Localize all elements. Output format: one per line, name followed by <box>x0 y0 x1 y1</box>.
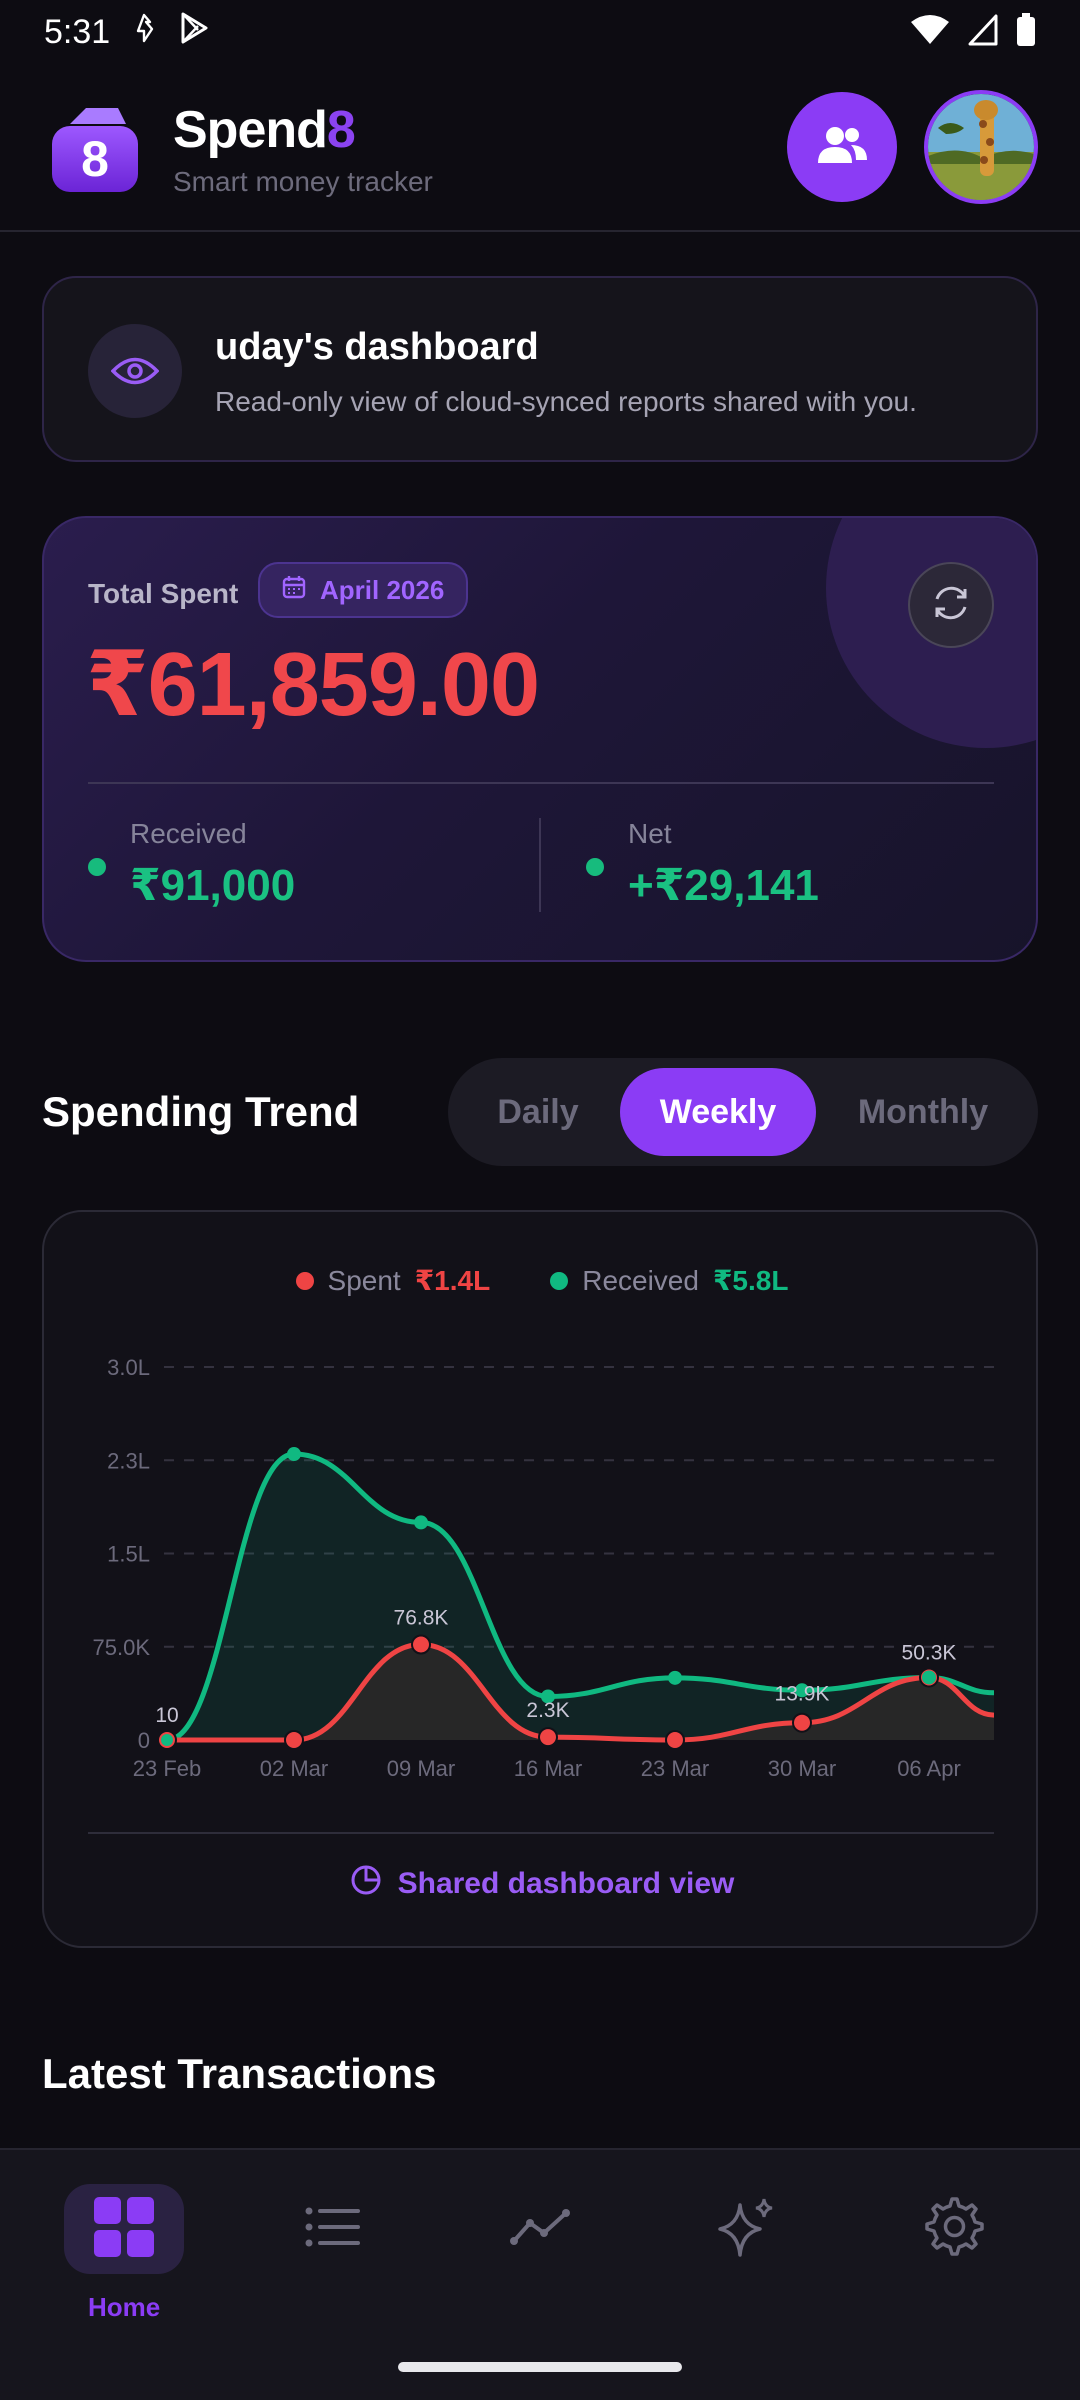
x-tick-label: 02 Mar <box>260 1756 328 1781</box>
pie-chart-icon <box>350 1864 382 1904</box>
data-label: 50.3K <box>902 1641 957 1664</box>
app-header: 8 Spend8 Smart money tracker <box>0 82 1080 232</box>
y-tick-label: 2.3L <box>107 1448 150 1473</box>
nav-home[interactable] <box>64 2184 184 2274</box>
tab-monthly[interactable]: Monthly <box>818 1068 1028 1156</box>
calendar-icon <box>282 575 306 606</box>
x-tick-label: 16 Mar <box>514 1756 582 1781</box>
x-tick-label: 23 Mar <box>641 1756 709 1781</box>
wifi-icon <box>910 14 950 51</box>
refresh-icon <box>929 581 973 630</box>
received-point <box>668 1670 682 1685</box>
list-icon <box>304 2205 360 2254</box>
total-spent-label: Total Spent <box>88 578 239 609</box>
sparkle-icon <box>714 2195 778 2264</box>
latest-transactions-title: Latest Transactions <box>42 2050 437 2097</box>
grid-icon <box>92 2195 156 2264</box>
spending-line-chart: 3.0L 2.3L 1.5L 75.0K 0 23 Feb 02 Mar 09 Mar 16 M… <box>93 1355 995 1781</box>
period-toggle: Daily Weekly Monthly <box>448 1058 1038 1166</box>
status-bar: 5:31 <box>0 0 1080 64</box>
data-label: 10 <box>155 1704 178 1727</box>
received-point <box>161 1734 173 1746</box>
gear-icon <box>924 2196 984 2262</box>
trend-icon <box>510 2208 570 2250</box>
data-label: 13.9K <box>775 1683 830 1706</box>
received-dot <box>88 858 106 876</box>
spending-trend-title: Spending Trend <box>42 1088 360 1135</box>
app-logo: 8 <box>50 104 140 194</box>
home-indicator[interactable] <box>398 2362 682 2372</box>
x-tick-label: 30 Mar <box>768 1756 836 1781</box>
data-saver-icon <box>132 13 156 52</box>
shared-dashboard-view-link[interactable]: Shared dashboard view <box>44 1864 1040 1904</box>
nav-settings[interactable] <box>894 2184 1014 2274</box>
nav-ai-insights[interactable] <box>686 2184 806 2274</box>
data-label: 2.3K <box>526 1699 569 1722</box>
month-selector[interactable]: April 2026 <box>258 562 469 618</box>
users-icon <box>815 125 869 170</box>
total-spent-card: Total Spent April 2026 ₹61,859.00 Receiv… <box>42 516 1038 962</box>
spent-point <box>665 1730 685 1750</box>
y-tick-label: 3.0L <box>107 1355 150 1380</box>
data-label: 76.8K <box>394 1607 449 1630</box>
legend-received: Received ₹5.8L <box>550 1264 788 1297</box>
spent-point <box>411 1634 431 1655</box>
status-time: 5:31 <box>44 12 111 51</box>
received-point <box>922 1670 936 1685</box>
received-point <box>414 1515 428 1530</box>
received-label: Received <box>130 818 247 849</box>
signal-icon <box>968 14 998 51</box>
x-tick-label: 06 Apr <box>897 1756 961 1781</box>
spent-point <box>538 1727 558 1748</box>
spending-trend-chart-card: Spent ₹1.4L Received ₹5.8L 3.0L 2.3L 1.5L 7… <box>42 1210 1038 1948</box>
nav-home-label: Home <box>88 2292 161 2322</box>
dashboard-owner-title: uday's dashboard <box>215 326 539 368</box>
shared-users-button[interactable] <box>787 92 897 202</box>
net-dot <box>586 858 604 876</box>
net-value: +₹29,141 <box>628 861 819 910</box>
y-tick-label: 75.0K <box>93 1635 151 1660</box>
net-label: Net <box>628 818 672 849</box>
battery-icon <box>1016 12 1036 52</box>
refresh-button[interactable] <box>908 562 994 648</box>
received-point <box>287 1447 301 1462</box>
x-tick-label: 09 Mar <box>387 1756 455 1781</box>
chart-legend: Spent ₹1.4L Received ₹5.8L <box>44 1264 1040 1297</box>
tab-daily[interactable]: Daily <box>458 1068 618 1156</box>
y-tick-label: 0 <box>138 1728 150 1753</box>
month-label: April 2026 <box>320 574 445 605</box>
total-spent-amount: ₹61,859.00 <box>86 635 540 735</box>
legend-spent: Spent ₹1.4L <box>295 1264 490 1297</box>
dashboard-description: Read-only view of cloud-synced reports s… <box>215 386 917 417</box>
x-tick-label: 23 Feb <box>133 1756 202 1781</box>
received-value: ₹91,000 <box>130 861 296 910</box>
play-store-icon <box>178 11 210 54</box>
tab-weekly[interactable]: Weekly <box>620 1068 816 1156</box>
logo-number: 8 <box>81 131 109 187</box>
app-subtitle: Smart money tracker <box>173 166 433 197</box>
nav-analytics[interactable] <box>480 2184 600 2274</box>
app-name: Spend8 <box>173 101 356 159</box>
profile-avatar[interactable] <box>924 90 1038 204</box>
spent-point <box>284 1730 304 1750</box>
spent-point <box>792 1712 812 1733</box>
shared-dashboard-info-card: uday's dashboard Read-only view of cloud… <box>42 276 1038 462</box>
eye-icon <box>88 324 182 418</box>
nav-transactions[interactable] <box>272 2184 392 2274</box>
y-tick-label: 1.5L <box>107 1542 150 1567</box>
